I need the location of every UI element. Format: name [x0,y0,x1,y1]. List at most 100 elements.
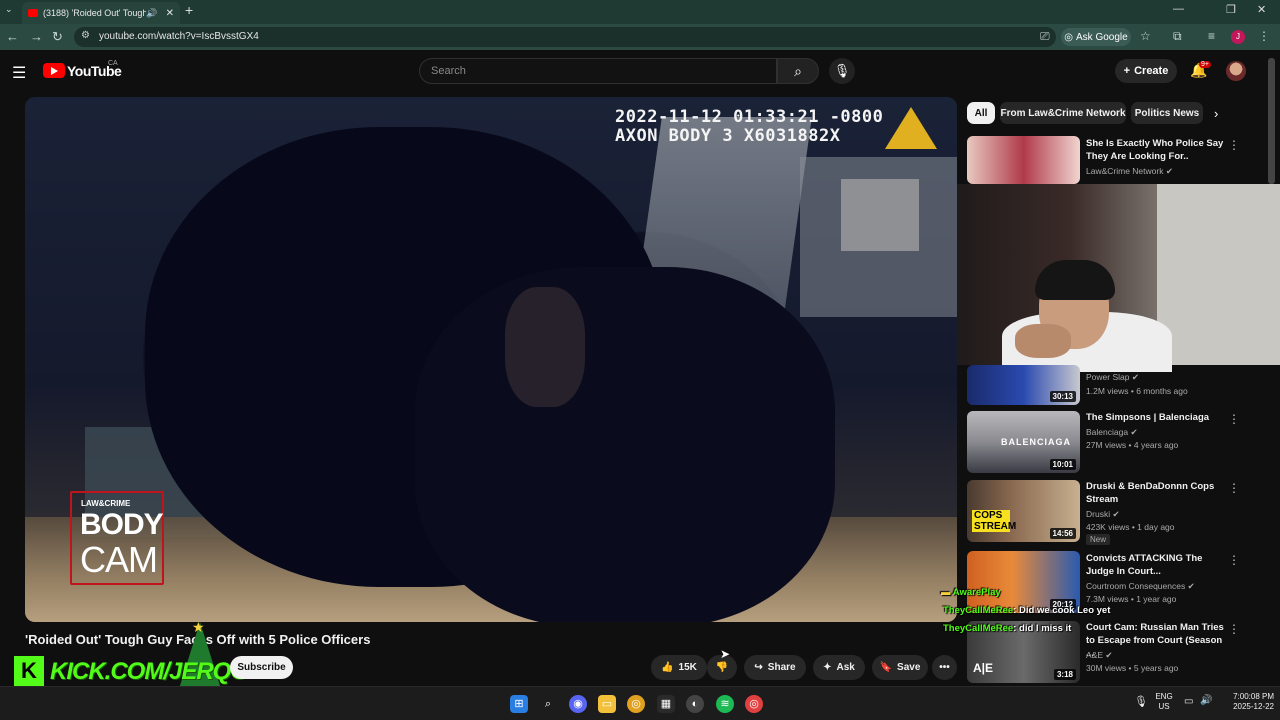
ask-label: Ask [836,662,855,673]
recommended-title[interactable]: Convicts ATTACKING The Judge In Court... [1086,552,1226,578]
chip-all[interactable]: All [967,102,995,124]
speaker-icon[interactable]: 🔊 [146,8,157,19]
bookmark-star-icon[interactable]: ☆ [1140,29,1151,43]
clock-date: 2025-12-22 [1233,702,1274,711]
volume-icon[interactable]: 🔊 [1200,696,1212,706]
account-avatar[interactable] [1226,61,1246,81]
save-button[interactable]: 🔖 Save [872,655,928,680]
channel-name: A&E [1086,650,1104,660]
new-tab-icon[interactable]: + [185,2,193,18]
app-icon[interactable]: ▦ [657,695,675,713]
close-tab-icon[interactable]: ✕ [166,8,174,19]
network-icon[interactable]: ▭ [1184,697,1193,707]
obs-icon[interactable]: ◐ [686,695,704,713]
like-button[interactable]: 👍 15K [651,655,707,680]
recommended-thumbnail[interactable]: 30:13 [967,365,1080,405]
more-options-icon[interactable]: ⋮ [1228,412,1240,426]
recommended-channel[interactable]: Courtroom Consequences ✔ [1086,581,1195,592]
recommended-thumbnail[interactable]: BALENCIAGA 10:01 [967,411,1080,473]
chrome-icon[interactable]: ◎ [627,695,645,713]
duration-badge: 30:13 [1049,391,1076,402]
tab-search-icon[interactable]: ⌄ [5,4,13,15]
thumbs-up-icon: 👍 [661,662,674,673]
chrome-profile-icon[interactable]: ◎ [745,695,763,713]
duration-badge: 10:01 [1049,459,1076,470]
more-actions-button[interactable]: ••• [932,655,957,680]
youtube-logo-icon[interactable] [43,63,65,78]
site-info-icon[interactable]: ⚙ [81,30,90,41]
recommended-title[interactable]: She Is Exactly Who Police Say They Are L… [1086,137,1226,163]
chip-from-law-crime[interactable]: From Law&Crime Network [1000,102,1126,124]
ask-google-label: Ask Google [1076,31,1128,43]
system-clock[interactable]: 7:00:08 PM 2025-12-22 [1218,692,1274,712]
extensions-icon[interactable]: ⧉ [1173,29,1182,44]
browser-toolbar: ← → ↻ ⚙ youtube.com/watch?v=IscBvsstGX4 … [0,24,1280,50]
create-button[interactable]: + Create [1115,59,1177,83]
url-text[interactable]: youtube.com/watch?v=IscBvsstGX4 [99,31,259,42]
bodycam-device-id: AXON BODY 3 X6031882X [615,126,841,146]
browser-menu-icon[interactable]: ⋮ [1258,29,1270,43]
chevron-right-icon[interactable]: › [1214,106,1218,121]
chat-username: TheyCallMeRee [943,605,1014,616]
channel-name: Law&Crime Network [1086,166,1164,176]
install-app-icon[interactable]: ⎚ [1040,29,1050,44]
subscribe-button[interactable]: Subscribe [230,656,293,679]
spotify-icon[interactable]: ≋ [716,695,734,713]
more-options-icon[interactable]: ⋮ [1228,481,1240,495]
video-blur-box [841,179,919,251]
google-lens-icon: ◎ [1064,31,1074,43]
recommended-title[interactable]: Druski & BenDaDonnn Cops Stream [1086,480,1226,506]
webcam-sofa [1157,184,1280,365]
windows-start-icon[interactable]: ⊞ [510,695,528,713]
video-player[interactable]: 2022-11-12 01:33:21 -0800 AXON BODY 3 X6… [25,97,957,622]
recommended-thumbnail[interactable]: 20:12 [967,551,1080,613]
search-button[interactable]: ⌕ [777,58,819,84]
recommended-channel[interactable]: Druski ✔ [1086,509,1120,520]
browser-profile-avatar[interactable]: J [1231,30,1245,44]
discord-icon[interactable]: ◉ [569,695,587,713]
back-icon[interactable]: ← [6,29,19,44]
more-options-icon[interactable]: ⋮ [1228,553,1240,567]
microphone-tray-icon[interactable]: 🎙 [1134,697,1148,708]
recommended-meta: 27M views • 4 years ago [1086,440,1179,450]
youtube-header: ☰ YouTube CA Search ⌕ 🎙 + Create 🔔 9+ [0,50,1280,92]
menu-hamburger-icon[interactable]: ☰ [12,63,26,83]
recommended-meta: 30M views • 5 years ago [1086,663,1179,673]
sidebar-scrollbar[interactable] [1268,58,1275,184]
recommended-thumbnail[interactable] [967,136,1080,184]
taskbar-search-icon[interactable]: ⌕ [539,695,557,713]
more-options-icon[interactable]: ⋮ [1228,138,1240,152]
recommended-channel[interactable]: Balenciaga ✔ [1086,427,1138,438]
language-indicator[interactable]: ENG US [1152,692,1176,712]
more-options-icon[interactable]: ⋮ [1228,622,1240,636]
video-scene-figure [415,267,835,622]
chip-politics-news[interactable]: Politics News [1131,102,1203,124]
browser-tab-active[interactable]: (3188) 'Roided Out' Tough 🔊 ✕ [22,2,180,24]
maximize-icon[interactable]: ❐ [1226,3,1236,16]
recommended-channel[interactable]: Law&Crime Network ✔ [1086,166,1173,177]
share-button[interactable]: ↪ Share [744,655,806,680]
chat-username: AwarePlay [952,587,1001,598]
close-window-icon[interactable]: ✕ [1257,3,1266,16]
recommended-channel[interactable]: Power Slap ✔ [1086,372,1139,383]
region-code: CA [108,60,118,67]
voice-search-button[interactable]: 🎙 [829,58,855,84]
address-bar[interactable]: ⚙ youtube.com/watch?v=IscBvsstGX4 [74,27,1056,47]
reload-icon[interactable]: ↻ [52,29,63,45]
minimize-icon[interactable]: — [1173,3,1184,15]
recommended-channel[interactable]: A&E ✔ [1086,650,1113,661]
ask-google-button[interactable]: ◎ Ask Google [1061,28,1131,46]
ask-button[interactable]: ✦ Ask [813,655,865,680]
browser-tab-bar: ⌄ (3188) 'Roided Out' Tough 🔊 ✕ + — ❐ ✕ [0,0,1280,24]
file-explorer-icon[interactable]: ▭ [598,695,616,713]
forward-icon[interactable]: → [30,29,43,44]
video-scene-face [505,287,585,407]
search-input[interactable]: Search [419,58,777,84]
recommended-title[interactable]: The Simpsons | Balenciaga [1086,411,1226,424]
media-controls-icon[interactable]: ≡ [1208,29,1215,43]
law-crime-bodycam-watermark: LAW&CRIME BODY CAM [70,491,164,585]
ae-logo: A|E [973,661,994,675]
recommended-thumbnail[interactable]: COPS STREAM 14:56 [967,480,1080,542]
search-icon: ⌕ [794,63,802,79]
microphone-icon: 🎙 [833,63,851,78]
